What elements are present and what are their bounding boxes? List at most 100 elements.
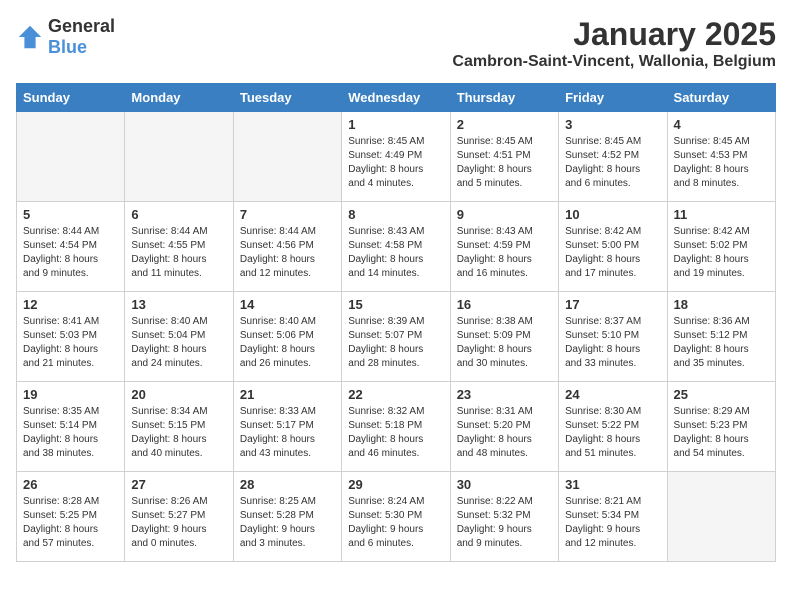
day-number: 13 — [131, 297, 226, 312]
calendar-cell: 19 Sunrise: 8:35 AM Sunset: 5:14 PM Dayli… — [17, 382, 125, 472]
day-number: 24 — [565, 387, 660, 402]
day-info: Sunrise: 8:41 AM Sunset: 5:03 PM Dayligh… — [23, 315, 118, 371]
calendar-cell: 30Sunrise: 8:22 AM Sunset: 5:32 PM Dayli… — [450, 472, 558, 562]
logo-text-general: General — [48, 16, 115, 36]
day-number: 7 — [240, 207, 335, 222]
day-number: 21 — [240, 387, 335, 402]
day-info: Sunrise: 8:44 AM Sunset: 4:54 PM Dayligh… — [23, 225, 118, 281]
day-info: Sunrise: 8:44 AM Sunset: 4:55 PM Dayligh… — [131, 225, 226, 281]
day-info: Sunrise: 8:37 AM Sunset: 5:10 PM Dayligh… — [565, 315, 660, 371]
day-info: Sunrise: 8:21 AM Sunset: 5:34 PM Dayligh… — [565, 495, 660, 551]
day-info: Sunrise: 8:25 AM Sunset: 5:28 PM Dayligh… — [240, 495, 335, 551]
calendar-week-row: 12 Sunrise: 8:41 AM Sunset: 5:03 PM Dayli… — [17, 292, 776, 382]
day-info: Sunrise: 8:39 AM Sunset: 5:07 PM Dayligh… — [348, 315, 443, 371]
day-info: Sunrise: 8:35 AM Sunset: 5:14 PM Dayligh… — [23, 405, 118, 461]
calendar-cell: 18Sunrise: 8:36 AM Sunset: 5:12 PM Dayli… — [667, 292, 775, 382]
day-info: Sunrise: 8:38 AM Sunset: 5:09 PM Dayligh… — [457, 315, 552, 371]
day-number: 15 — [348, 297, 443, 312]
day-number: 12 — [23, 297, 118, 312]
day-info: Sunrise: 8:44 AM Sunset: 4:56 PM Dayligh… — [240, 225, 335, 281]
day-number: 14 — [240, 297, 335, 312]
day-number: 10 — [565, 207, 660, 222]
day-number: 6 — [131, 207, 226, 222]
day-number: 9 — [457, 207, 552, 222]
calendar-cell: 24 Sunrise: 8:30 AM Sunset: 5:22 PM Dayli… — [559, 382, 667, 472]
day-number: 19 — [23, 387, 118, 402]
weekday-header: Wednesday — [342, 84, 450, 112]
calendar-week-row: 5 Sunrise: 8:44 AM Sunset: 4:54 PM Daylig… — [17, 202, 776, 292]
weekday-header: Thursday — [450, 84, 558, 112]
calendar-cell — [233, 112, 341, 202]
day-info: Sunrise: 8:45 AM Sunset: 4:53 PM Dayligh… — [674, 135, 769, 191]
weekday-header: Monday — [125, 84, 233, 112]
calendar-cell: 16 Sunrise: 8:38 AM Sunset: 5:09 PM Dayli… — [450, 292, 558, 382]
logo-icon — [16, 23, 44, 51]
day-info: Sunrise: 8:33 AM Sunset: 5:17 PM Dayligh… — [240, 405, 335, 461]
day-number: 22 — [348, 387, 443, 402]
logo: General Blue — [16, 16, 115, 58]
day-info: Sunrise: 8:45 AM Sunset: 4:49 PM Dayligh… — [348, 135, 443, 191]
day-info: Sunrise: 8:40 AM Sunset: 5:04 PM Dayligh… — [131, 315, 226, 371]
day-info: Sunrise: 8:31 AM Sunset: 5:20 PM Dayligh… — [457, 405, 552, 461]
calendar-cell: 17Sunrise: 8:37 AM Sunset: 5:10 PM Dayli… — [559, 292, 667, 382]
day-number: 23 — [457, 387, 552, 402]
weekday-header: Sunday — [17, 84, 125, 112]
calendar-cell: 20 Sunrise: 8:34 AM Sunset: 5:15 PM Dayli… — [125, 382, 233, 472]
day-info: Sunrise: 8:36 AM Sunset: 5:12 PM Dayligh… — [674, 315, 769, 371]
calendar-cell: 9 Sunrise: 8:43 AM Sunset: 4:59 PM Daylig… — [450, 202, 558, 292]
calendar-cell: 15 Sunrise: 8:39 AM Sunset: 5:07 PM Dayli… — [342, 292, 450, 382]
calendar-cell: 21 Sunrise: 8:33 AM Sunset: 5:17 PM Dayli… — [233, 382, 341, 472]
calendar-cell: 22 Sunrise: 8:32 AM Sunset: 5:18 PM Dayli… — [342, 382, 450, 472]
day-info: Sunrise: 8:32 AM Sunset: 5:18 PM Dayligh… — [348, 405, 443, 461]
day-info: Sunrise: 8:42 AM Sunset: 5:02 PM Dayligh… — [674, 225, 769, 281]
calendar-week-row: 19 Sunrise: 8:35 AM Sunset: 5:14 PM Dayli… — [17, 382, 776, 472]
day-number: 30 — [457, 477, 552, 492]
calendar-cell: 7 Sunrise: 8:44 AM Sunset: 4:56 PM Daylig… — [233, 202, 341, 292]
day-info: Sunrise: 8:45 AM Sunset: 4:51 PM Dayligh… — [457, 135, 552, 191]
day-number: 8 — [348, 207, 443, 222]
page-header: General Blue January 2025 Cambron-Saint-… — [16, 16, 776, 71]
day-info: Sunrise: 8:42 AM Sunset: 5:00 PM Dayligh… — [565, 225, 660, 281]
calendar-cell: 29Sunrise: 8:24 AM Sunset: 5:30 PM Dayli… — [342, 472, 450, 562]
calendar-cell: 26Sunrise: 8:28 AM Sunset: 5:25 PM Dayli… — [17, 472, 125, 562]
calendar-cell: 28 Sunrise: 8:25 AM Sunset: 5:28 PM Dayli… — [233, 472, 341, 562]
weekday-header: Saturday — [667, 84, 775, 112]
calendar-cell: 6 Sunrise: 8:44 AM Sunset: 4:55 PM Daylig… — [125, 202, 233, 292]
calendar-cell: 25Sunrise: 8:29 AM Sunset: 5:23 PM Dayli… — [667, 382, 775, 472]
day-number: 4 — [674, 117, 769, 132]
calendar-table: SundayMondayTuesdayWednesdayThursdayFrid… — [16, 83, 776, 562]
day-number: 20 — [131, 387, 226, 402]
calendar-cell: 12 Sunrise: 8:41 AM Sunset: 5:03 PM Dayli… — [17, 292, 125, 382]
day-info: Sunrise: 8:24 AM Sunset: 5:30 PM Dayligh… — [348, 495, 443, 551]
day-number: 16 — [457, 297, 552, 312]
calendar-cell: 31Sunrise: 8:21 AM Sunset: 5:34 PM Dayli… — [559, 472, 667, 562]
day-number: 5 — [23, 207, 118, 222]
day-number: 2 — [457, 117, 552, 132]
day-info: Sunrise: 8:30 AM Sunset: 5:22 PM Dayligh… — [565, 405, 660, 461]
calendar-week-row: 26Sunrise: 8:28 AM Sunset: 5:25 PM Dayli… — [17, 472, 776, 562]
calendar-cell: 3Sunrise: 8:45 AM Sunset: 4:52 PM Daylig… — [559, 112, 667, 202]
calendar-cell — [17, 112, 125, 202]
weekday-header: Tuesday — [233, 84, 341, 112]
calendar-cell: 11Sunrise: 8:42 AM Sunset: 5:02 PM Dayli… — [667, 202, 775, 292]
day-number: 1 — [348, 117, 443, 132]
calendar-week-row: 1 Sunrise: 8:45 AM Sunset: 4:49 PM Daylig… — [17, 112, 776, 202]
location-subtitle: Cambron-Saint-Vincent, Wallonia, Belgium — [452, 53, 776, 71]
day-info: Sunrise: 8:34 AM Sunset: 5:15 PM Dayligh… — [131, 405, 226, 461]
day-info: Sunrise: 8:43 AM Sunset: 4:58 PM Dayligh… — [348, 225, 443, 281]
day-info: Sunrise: 8:45 AM Sunset: 4:52 PM Dayligh… — [565, 135, 660, 191]
calendar-cell: 13 Sunrise: 8:40 AM Sunset: 5:04 PM Dayli… — [125, 292, 233, 382]
day-info: Sunrise: 8:40 AM Sunset: 5:06 PM Dayligh… — [240, 315, 335, 371]
calendar-cell: 23 Sunrise: 8:31 AM Sunset: 5:20 PM Dayli… — [450, 382, 558, 472]
calendar-cell: 14 Sunrise: 8:40 AM Sunset: 5:06 PM Dayli… — [233, 292, 341, 382]
calendar-cell — [667, 472, 775, 562]
day-info: Sunrise: 8:43 AM Sunset: 4:59 PM Dayligh… — [457, 225, 552, 281]
calendar-cell: 27Sunrise: 8:26 AM Sunset: 5:27 PM Dayli… — [125, 472, 233, 562]
month-year-title: January 2025 — [452, 16, 776, 53]
calendar-cell: 8 Sunrise: 8:43 AM Sunset: 4:58 PM Daylig… — [342, 202, 450, 292]
calendar-cell — [125, 112, 233, 202]
calendar-header-row: SundayMondayTuesdayWednesdayThursdayFrid… — [17, 84, 776, 112]
calendar-cell: 2 Sunrise: 8:45 AM Sunset: 4:51 PM Daylig… — [450, 112, 558, 202]
title-block: January 2025 Cambron-Saint-Vincent, Wall… — [452, 16, 776, 71]
day-number: 28 — [240, 477, 335, 492]
